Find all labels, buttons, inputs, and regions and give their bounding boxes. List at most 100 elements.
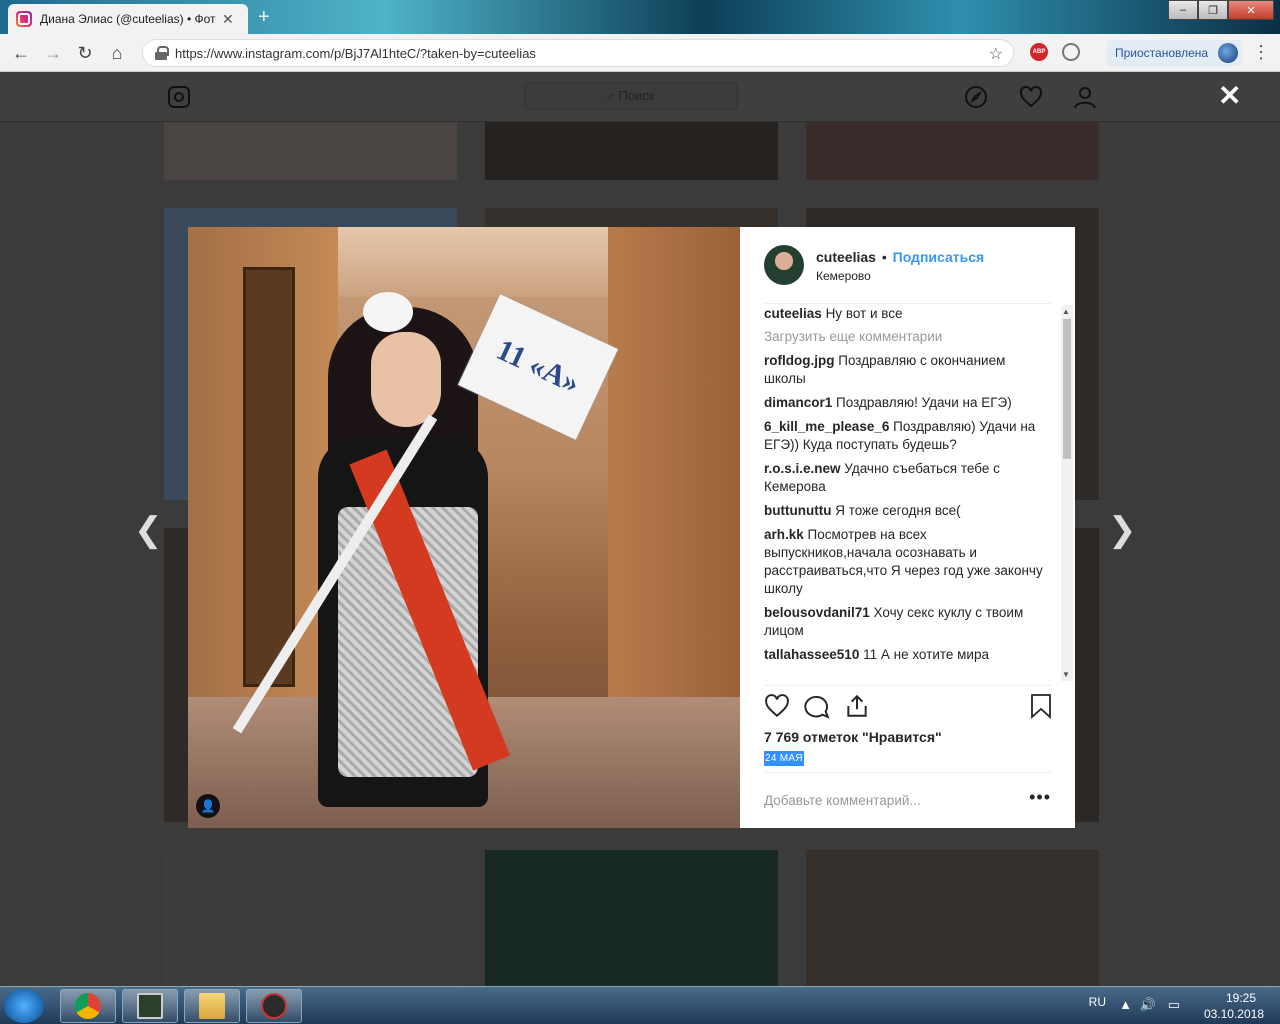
post-photo[interactable]: 11 «А» 👤 <box>188 227 740 828</box>
close-window-button[interactable]: ✕ <box>1228 0 1274 20</box>
divider <box>764 685 1051 686</box>
list-item: tallahassee510 11 А не хотите мира <box>764 646 1049 664</box>
comment-text: Я тоже сегодня все( <box>835 503 961 518</box>
post-date[interactable]: 24 МАЯ <box>764 751 804 766</box>
comment-username[interactable]: tallahassee510 <box>764 647 859 662</box>
divider <box>764 303 1051 304</box>
grid-thumbnail[interactable] <box>485 122 778 180</box>
search-input[interactable]: ⌕ Поиск <box>524 82 738 110</box>
url-text[interactable]: https://www.instagram.com/p/BjJ7Al1hteC/… <box>175 46 536 61</box>
tagged-user-icon[interactable]: 👤 <box>196 794 220 818</box>
profile-avatar <box>1218 43 1239 63</box>
address-bar[interactable]: https://www.instagram.com/p/BjJ7Al1hteC/… <box>142 39 1014 67</box>
comments-list[interactable]: cuteelias Ну вот и все Загрузить еще ком… <box>764 305 1062 685</box>
instagram-header: ⌕ Поиск <box>0 72 1280 122</box>
follow-button[interactable]: Подписаться <box>893 249 985 265</box>
lock-icon <box>155 46 169 60</box>
profile-status-label: Приостановлена <box>1115 46 1209 60</box>
comment-username[interactable]: rofldog.jpg <box>764 353 834 368</box>
comment-username[interactable]: belousovdanil71 <box>764 605 870 620</box>
network-icon[interactable]: ▭ <box>1168 997 1180 1013</box>
bookmark-star-icon[interactable]: ☆ <box>989 44 1003 64</box>
clock-date[interactable]: 03.10.2018 <box>1204 1007 1264 1021</box>
add-comment-input[interactable]: Добавьте комментарий... <box>764 793 921 808</box>
search-placeholder: Поиск <box>618 88 655 103</box>
globe-extension-icon[interactable] <box>1062 43 1080 61</box>
sign-text: 11 «А» <box>491 333 585 400</box>
chrome-taskbar-button[interactable] <box>60 989 116 1023</box>
start-button[interactable] <box>4 989 44 1023</box>
forward-arrow-icon[interactable]: → <box>42 42 64 64</box>
more-options-icon[interactable]: ••• <box>1029 787 1051 808</box>
door <box>243 267 295 687</box>
caption-username[interactable]: cuteelias <box>764 306 822 321</box>
clock-time[interactable]: 19:25 <box>1226 991 1256 1005</box>
grid-thumbnail[interactable] <box>164 122 457 180</box>
comment-username[interactable]: dimancor1 <box>764 395 832 410</box>
likes-count[interactable]: 7 769 отметок "Нравится" <box>764 729 942 745</box>
close-modal-button[interactable]: ✕ <box>1218 82 1241 110</box>
explorer-taskbar-button[interactable] <box>184 989 240 1023</box>
divider <box>764 772 1051 773</box>
previous-post-arrow-icon[interactable]: ❮ <box>134 510 163 550</box>
save-bookmark-icon[interactable] <box>1029 693 1053 719</box>
browser-tab[interactable]: Диана Элиас (@cuteelias) • Фото ✕ <box>8 4 248 34</box>
volume-icon[interactable]: 🔊 <box>1140 997 1156 1013</box>
like-heart-icon[interactable] <box>764 693 790 719</box>
avatar[interactable] <box>764 245 804 285</box>
comment-username[interactable]: buttunuttu <box>764 503 831 518</box>
restore-button[interactable]: ❐ <box>1198 0 1228 20</box>
windows-taskbar: RU ▲ 🔊 ▭ 19:25 03.10.2018 <box>0 986 1280 1024</box>
instagram-favicon-icon <box>16 11 32 27</box>
browser-toolbar: ← → ↻ ⌂ https://www.instagram.com/p/BjJ7… <box>0 34 1280 72</box>
caption: cuteelias Ну вот и все <box>764 305 1049 323</box>
post-username[interactable]: cuteelias <box>816 249 876 265</box>
explore-compass-icon[interactable] <box>964 85 988 109</box>
activity-heart-icon[interactable] <box>1019 85 1043 109</box>
new-tab-button[interactable]: + <box>258 6 270 29</box>
reload-icon[interactable]: ↻ <box>74 42 96 64</box>
comment-bubble-icon[interactable] <box>804 693 830 719</box>
profile-button[interactable]: Приостановлена <box>1107 40 1243 66</box>
browser-menu-icon[interactable]: ⋮ <box>1252 42 1270 63</box>
tab-close-icon[interactable]: ✕ <box>222 11 234 28</box>
list-item: 6_kill_me_please_6 Поздравляю) Удачи на … <box>764 418 1049 454</box>
comment-text: Посмотрев на всех выпускников,начала осо… <box>764 527 1043 596</box>
comments-scrollbar[interactable]: ▲ ▼ <box>1061 305 1073 681</box>
grid-thumbnail[interactable] <box>485 850 778 986</box>
comment-username[interactable]: r.o.s.i.e.new <box>764 461 841 476</box>
back-arrow-icon[interactable]: ← <box>10 42 32 64</box>
instagram-logo-icon[interactable] <box>168 86 190 108</box>
post-sidebar: cuteelias • Подписаться Кемерово cuteeli… <box>740 227 1075 828</box>
grid-thumbnail[interactable] <box>806 850 1099 986</box>
grid-thumbnail[interactable] <box>164 850 457 986</box>
scroll-thumb[interactable] <box>1063 319 1071 459</box>
load-more-comments-button[interactable]: Загрузить еще комментарии <box>764 329 1062 344</box>
post-location[interactable]: Кемерово <box>816 269 871 283</box>
comment-username[interactable]: arh.kk <box>764 527 804 542</box>
app-icon <box>261 993 287 1019</box>
post-modal: 11 «А» 👤 cuteelias • Подписаться Кемеров… <box>188 227 1075 828</box>
comment-text: 11 А не хотите мира <box>863 647 989 662</box>
list-item: arh.kk Посмотрев на всех выпускников,нач… <box>764 526 1049 598</box>
class-sign: 11 «А» <box>457 294 619 440</box>
app-taskbar-button[interactable] <box>246 989 302 1023</box>
monitor-taskbar-button[interactable] <box>122 989 178 1023</box>
folder-icon <box>199 993 225 1019</box>
language-indicator[interactable]: RU <box>1089 995 1106 1009</box>
caption-text: Ну вот и все <box>825 306 903 321</box>
scroll-down-arrow-icon[interactable]: ▼ <box>1062 670 1070 679</box>
home-icon[interactable]: ⌂ <box>106 42 128 64</box>
next-post-arrow-icon[interactable]: ❯ <box>1108 510 1137 550</box>
grid-thumbnail[interactable] <box>806 122 1099 180</box>
comment-username[interactable]: 6_kill_me_please_6 <box>764 419 889 434</box>
tray-expand-icon[interactable]: ▲ <box>1119 997 1132 1012</box>
adblock-extension-icon[interactable]: ABP <box>1030 43 1048 61</box>
window-titlebar: Диана Элиас (@cuteelias) • Фото ✕ + ‒ ❐ … <box>0 0 1280 34</box>
profile-person-icon[interactable] <box>1073 85 1097 109</box>
chrome-icon <box>75 993 101 1019</box>
scroll-up-arrow-icon[interactable]: ▲ <box>1062 307 1070 316</box>
minimize-button[interactable]: ‒ <box>1168 0 1198 20</box>
share-icon[interactable] <box>844 693 870 719</box>
post-actions <box>764 693 1051 721</box>
